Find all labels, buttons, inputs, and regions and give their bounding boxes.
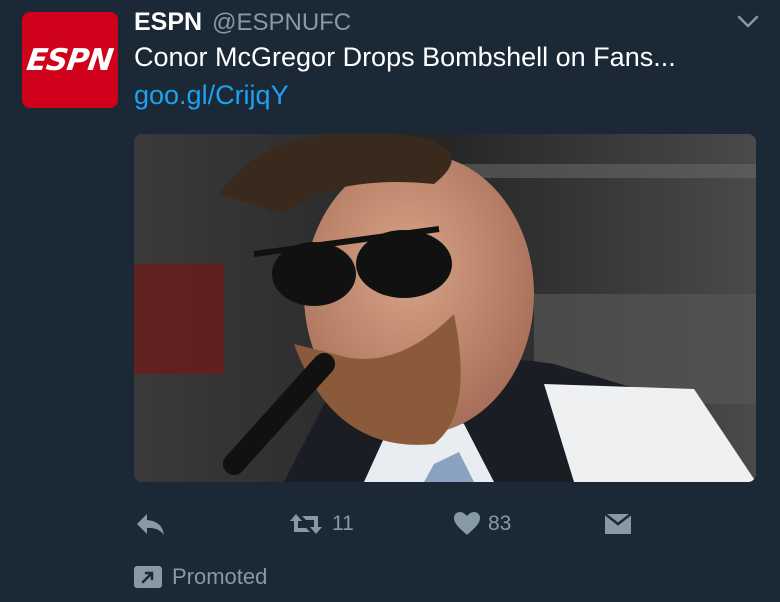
like-button[interactable]: 83 bbox=[454, 508, 511, 540]
promoted-tweet[interactable]: ESPN ESPN @ESPNUFC Conor McGregor Drops … bbox=[0, 0, 780, 602]
tweet-actions: 11 83 bbox=[134, 508, 634, 540]
retweet-count: 11 bbox=[332, 512, 354, 535]
tweet-text: Conor McGregor Drops Bombshell on Fans..… bbox=[134, 42, 676, 72]
like-count: 83 bbox=[488, 512, 512, 535]
promoted-indicator[interactable]: Promoted bbox=[134, 562, 267, 592]
direct-message-button[interactable] bbox=[604, 508, 632, 540]
tweet-media-image[interactable] bbox=[134, 134, 756, 482]
heart-icon bbox=[454, 512, 480, 535]
avatar[interactable]: ESPN bbox=[22, 12, 118, 108]
author-handle[interactable]: @ESPNUFC bbox=[212, 9, 351, 37]
espn-logo: ESPN bbox=[24, 42, 116, 78]
tweet-link[interactable]: goo.gl/CrijqY bbox=[134, 80, 289, 111]
reply-icon bbox=[137, 514, 164, 535]
tweet-header: ESPN @ESPNUFC bbox=[134, 8, 351, 42]
envelope-icon bbox=[604, 513, 632, 534]
promoted-label: Promoted bbox=[172, 564, 268, 589]
reply-button[interactable] bbox=[134, 508, 166, 540]
retweet-icon bbox=[290, 514, 322, 534]
author-name[interactable]: ESPN bbox=[134, 8, 202, 37]
chevron-down-icon[interactable] bbox=[736, 14, 760, 30]
media-photo bbox=[134, 134, 756, 482]
retweet-button[interactable]: 11 bbox=[288, 508, 354, 540]
promoted-arrow-icon bbox=[134, 566, 162, 588]
